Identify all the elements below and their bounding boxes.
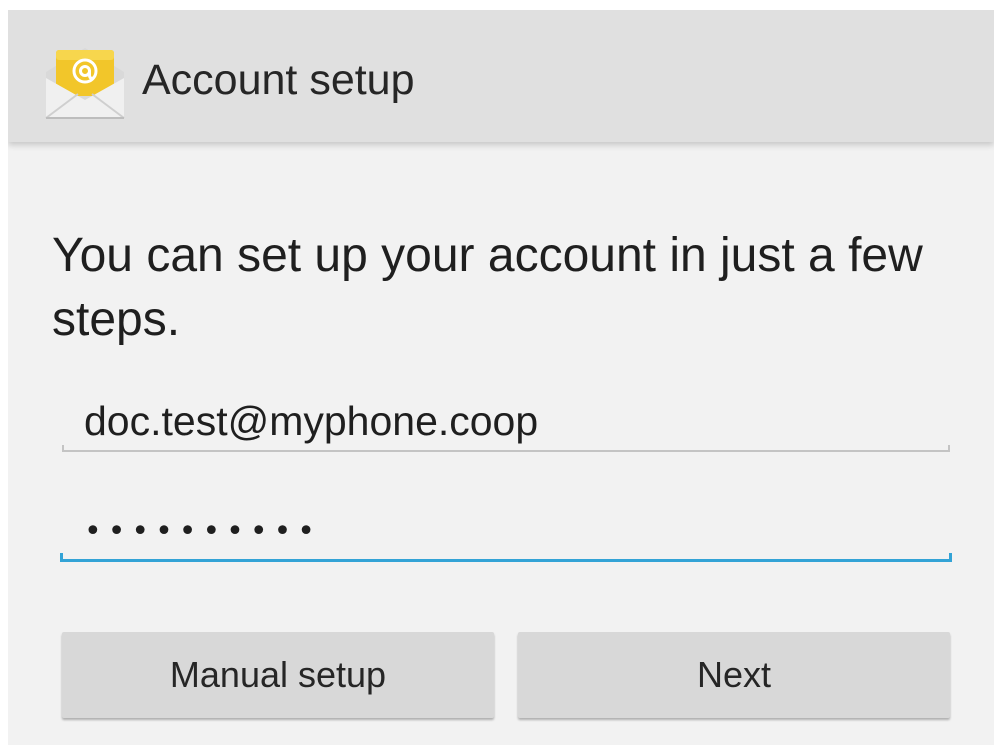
account-setup-screen: Account setup You can set up your accoun… <box>8 10 994 745</box>
email-underline <box>62 445 950 452</box>
action-bar: Account setup <box>8 10 994 142</box>
setup-instructions: You can set up your account in just a fe… <box>52 229 923 346</box>
next-button[interactable]: Next <box>518 632 950 718</box>
page-title: Account setup <box>142 56 415 104</box>
password-focus-underline <box>60 553 952 562</box>
password-field[interactable] <box>60 500 952 562</box>
email-field[interactable] <box>62 390 950 452</box>
email-app-icon <box>42 44 128 122</box>
manual-setup-button[interactable]: Manual setup <box>62 632 494 718</box>
email-input[interactable] <box>62 390 950 452</box>
password-input[interactable] <box>62 500 950 562</box>
